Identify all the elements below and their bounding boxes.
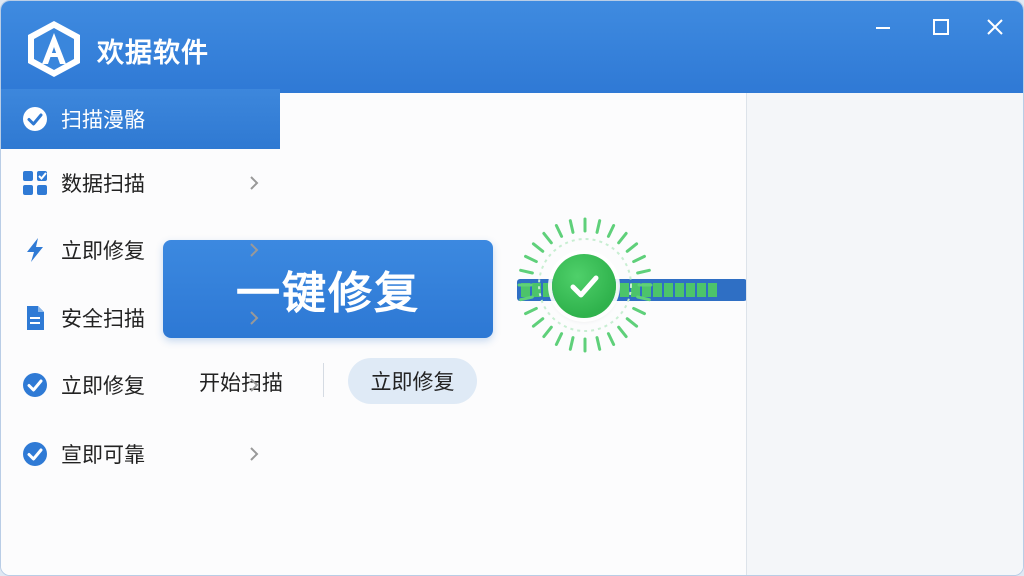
- sidebar-item-label: 宣即可靠: [61, 443, 145, 467]
- minimize-button[interactable]: [867, 13, 899, 41]
- maximize-icon: [933, 19, 949, 35]
- ring-tick: [554, 332, 564, 346]
- chevron-right-icon: [247, 375, 261, 395]
- progress-segment: [653, 283, 662, 297]
- ring-tick: [554, 224, 564, 238]
- ring-tick: [636, 295, 651, 302]
- app-title: 欢据软件: [97, 38, 209, 69]
- ring-tick: [606, 332, 616, 346]
- divider: [323, 363, 324, 397]
- progress-segment: [686, 283, 695, 297]
- chevron-right-icon: [247, 240, 261, 260]
- document-icon: [21, 304, 49, 332]
- ring-tick: [617, 231, 628, 245]
- ring-tick: [519, 295, 534, 302]
- maximize-button[interactable]: [925, 13, 957, 41]
- chevron-right-icon: [247, 308, 261, 328]
- ring-tick: [568, 219, 575, 234]
- app-window: 欢据软件 一键修复 开始扫描 立即修复 扫描漫骼 数据扫描 立即修复 安全扫描 …: [0, 0, 1024, 576]
- sidebar-item-label: 立即修复: [61, 374, 145, 398]
- ring-tick: [542, 325, 553, 339]
- sidebar-item-label: 安全扫描: [61, 307, 145, 331]
- sidebar: [746, 93, 1023, 575]
- progress-segment: [697, 283, 706, 297]
- check-circle-icon: [21, 371, 49, 399]
- ring-tick: [524, 306, 538, 316]
- progress-segment: [664, 283, 673, 297]
- lightning-icon: [21, 236, 49, 264]
- sidebar-item-repair-now-2[interactable]: 立即修复: [1, 355, 280, 415]
- ring-tick: [632, 254, 646, 264]
- ring-tick: [625, 242, 639, 253]
- success-check-icon: [552, 254, 616, 318]
- sidebar-item-repair-now[interactable]: 立即修复: [1, 220, 280, 280]
- sidebar-item-label: 立即修复: [61, 239, 145, 263]
- close-button[interactable]: [979, 13, 1011, 41]
- progress-segment: [675, 283, 684, 297]
- title-bar[interactable]: 欢据软件: [1, 1, 1023, 93]
- check-circle-icon: [21, 440, 49, 468]
- close-icon: [987, 19, 1003, 35]
- sidebar-item-security-scan[interactable]: 安全扫描: [1, 288, 280, 348]
- ring-tick: [531, 317, 545, 328]
- sidebar-item-label: 数据扫描: [61, 172, 145, 196]
- grid-icon: [21, 169, 49, 197]
- ring-tick: [568, 336, 575, 351]
- progress-segment: [708, 283, 717, 297]
- chevron-right-icon: [247, 444, 261, 464]
- sidebar-item-data-scan[interactable]: 数据扫描: [1, 153, 280, 213]
- check-circle-icon: [21, 105, 49, 133]
- minimize-icon: [876, 27, 890, 29]
- chevron-right-icon: [247, 173, 261, 193]
- sidebar-item-label: 扫描漫骼: [61, 108, 145, 132]
- ring-tick: [625, 317, 639, 328]
- ring-tick: [636, 268, 651, 275]
- sidebar-item-reliable[interactable]: 宣即可靠: [1, 424, 280, 484]
- ring-tick: [542, 231, 553, 245]
- ring-tick: [632, 306, 646, 316]
- app-logo-icon: [25, 19, 83, 79]
- ring-tick: [617, 325, 628, 339]
- sidebar-item-scan-overview[interactable]: 扫描漫骼: [1, 89, 280, 149]
- ring-tick: [595, 219, 602, 234]
- ring-tick: [595, 336, 602, 351]
- ring-tick: [524, 254, 538, 264]
- ring-tick: [519, 268, 534, 275]
- ring-tick: [531, 242, 545, 253]
- repair-now-button[interactable]: 立即修复: [348, 358, 477, 404]
- ring-tick: [606, 224, 616, 238]
